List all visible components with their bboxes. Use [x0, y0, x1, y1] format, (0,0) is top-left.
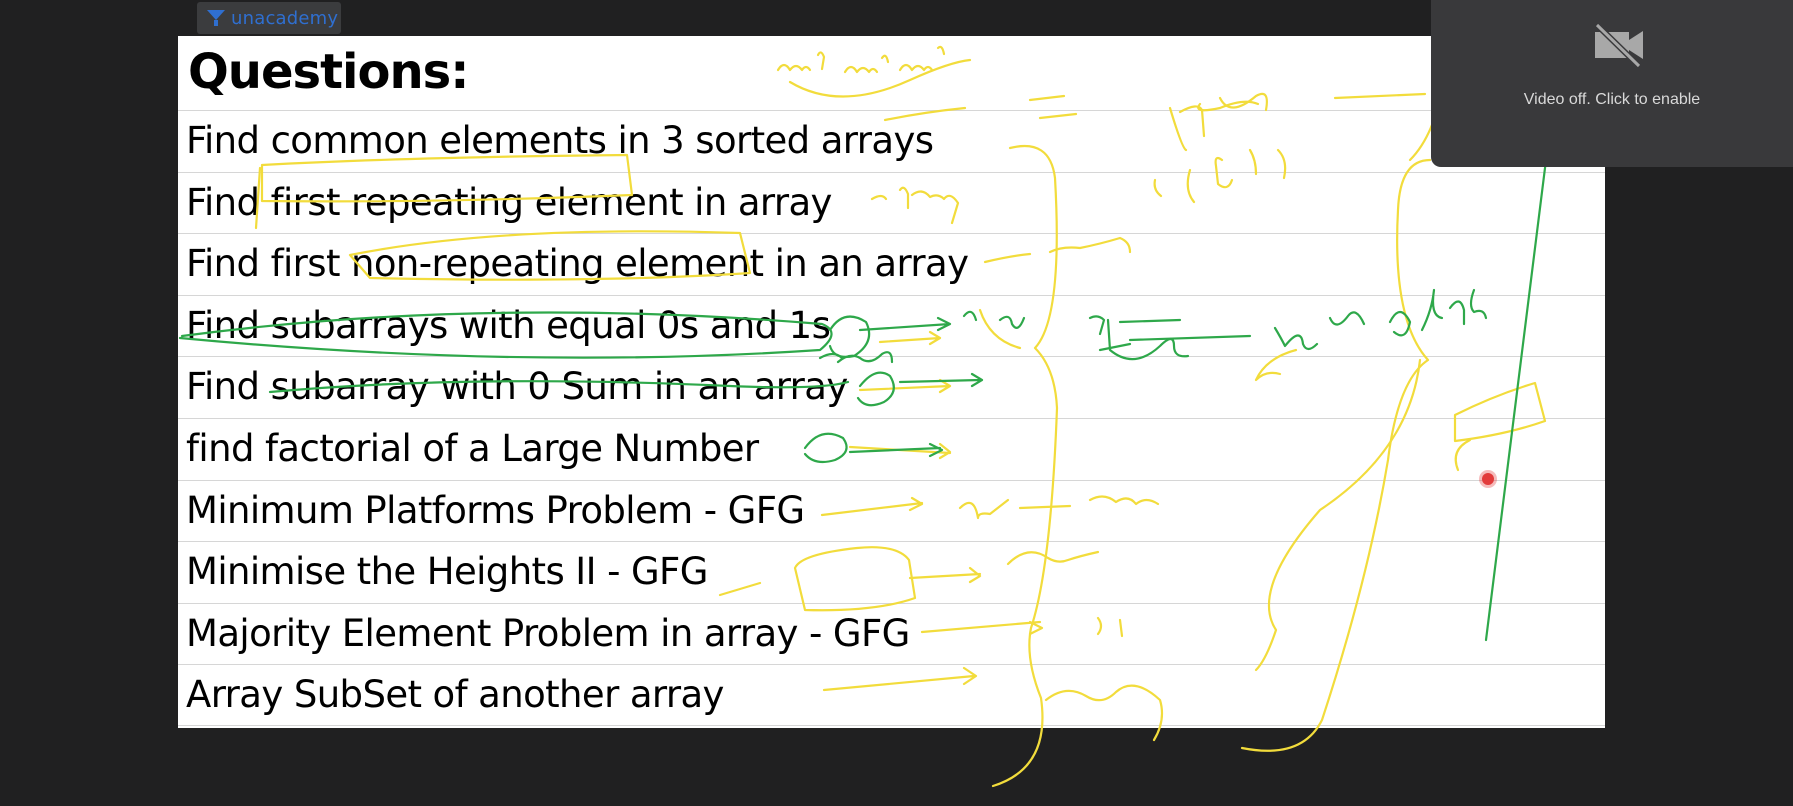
brand-badge: unacademy [197, 2, 341, 34]
brand-name: unacademy [231, 7, 339, 29]
unacademy-logo-icon [207, 10, 225, 26]
question-row: Find common elements in 3 sorted arrays [178, 110, 1605, 172]
presentation-slide: Questions: Find common elements in 3 sor… [178, 36, 1605, 728]
app-window: unacademy Questions: Find common element… [0, 0, 1793, 806]
slide-title: Questions: [188, 44, 469, 100]
question-row: Find first repeating element in array [178, 171, 1605, 234]
question-list: Find common elements in 3 sorted arrays … [178, 110, 1605, 726]
question-row: Array SubSet of another array [178, 664, 1605, 726]
video-off-status[interactable]: Video off. Click to enable [1431, 91, 1793, 109]
question-row: Minimise the Heights II - GFG [178, 541, 1605, 603]
question-row: Majority Element Problem in array - GFG [178, 602, 1605, 665]
question-row: Find subarray with 0 Sum in an array [178, 356, 1605, 418]
video-off-panel[interactable]: Video off. Click to enable [1431, 0, 1793, 167]
question-row: find factorial of a Large Number [178, 417, 1605, 480]
question-row: Find subarrays with equal 0s and 1s [178, 294, 1605, 357]
video-off-icon [1594, 22, 1643, 68]
question-row: Find first non-repeating element in an a… [178, 233, 1605, 295]
laser-pointer [1482, 473, 1494, 485]
question-row: Minimum Platforms Problem - GFG [178, 479, 1605, 542]
